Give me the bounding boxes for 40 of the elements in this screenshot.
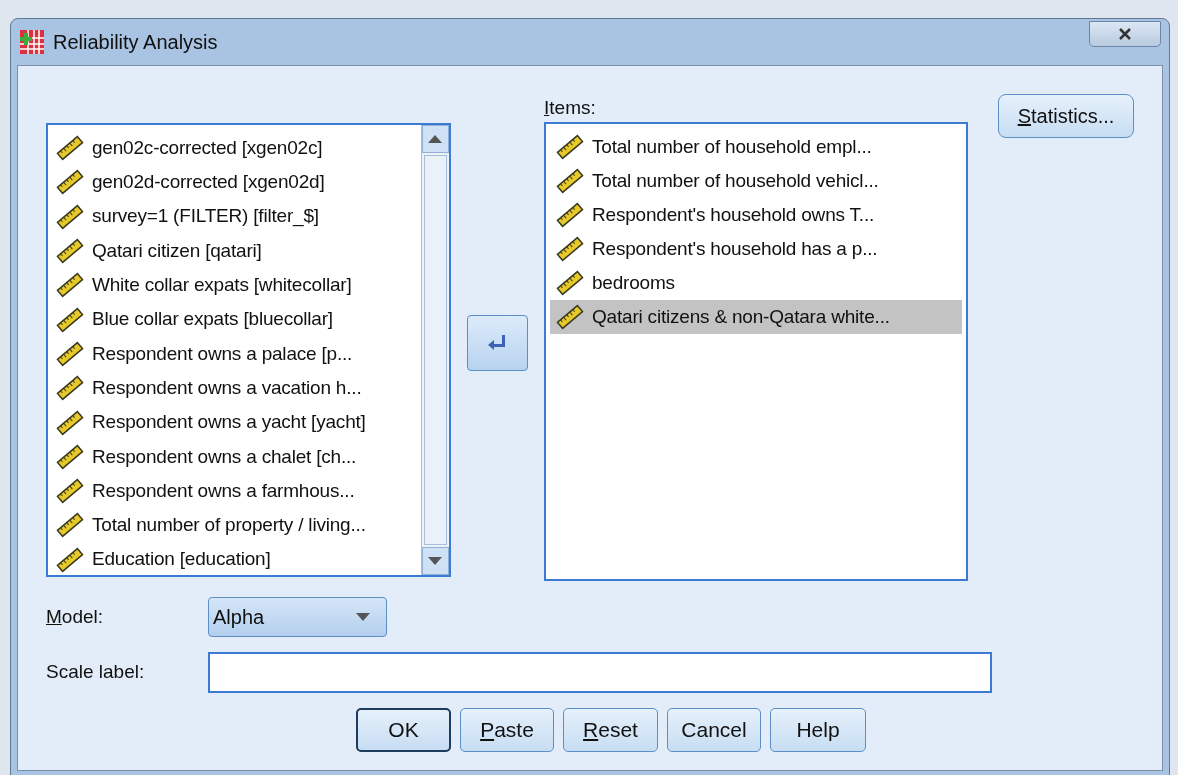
table-icon — [19, 29, 45, 55]
scroll-up-icon[interactable] — [428, 135, 443, 143]
item-row[interactable]: Total number of household vehicl... — [550, 164, 962, 198]
variable-item[interactable]: gen02d-corrected [xgen02d] — [92, 168, 325, 197]
dialog-button[interactable]: OK — [356, 708, 451, 752]
dialog-button[interactable]: Cancel — [667, 708, 761, 752]
statistics-button[interactable]: Statistics... — [998, 94, 1134, 138]
scale-label-field[interactable] — [208, 652, 992, 693]
variable-item[interactable]: Blue collar expats [bluecollar] — [92, 305, 333, 334]
model-dropdown[interactable]: Alpha — [208, 597, 387, 637]
scrollbar[interactable] — [420, 125, 449, 575]
dialog-button[interactable]: Paste — [460, 708, 554, 752]
variable-item[interactable]: Qatari citizen [qatari] — [92, 236, 262, 266]
return-arrow-icon — [487, 333, 508, 352]
item-row[interactable]: Respondent's household owns T... — [550, 198, 962, 232]
item-row[interactable]: bedrooms — [550, 266, 962, 300]
close-button[interactable] — [1089, 21, 1161, 47]
move-button[interactable] — [466, 314, 528, 371]
variable-item[interactable]: Respondent owns a palace [p... — [92, 339, 353, 369]
variable-item[interactable]: Respondent owns a farmhous... — [92, 476, 355, 506]
dropdown-arrow-icon — [356, 613, 370, 621]
item-row[interactable]: Total number of household empl... — [550, 130, 962, 164]
variable-item[interactable]: Total number of property / living... — [92, 511, 366, 540]
variable-item[interactable]: White collar expats [whitecollar] — [92, 271, 352, 300]
items-label: Items: — [544, 96, 597, 118]
scroll-down-icon[interactable] — [428, 557, 443, 565]
model-label: Model: — [46, 604, 105, 629]
dialog-button[interactable]: Help — [770, 708, 866, 752]
item-row[interactable]: Qatari citizens & non-Qatara white... — [550, 300, 962, 334]
variable-item[interactable]: gen02c-corrected [xgen02c] — [92, 133, 323, 163]
variable-item[interactable]: Respondent owns a chalet [ch... — [92, 442, 357, 472]
scale-label: Scale label: — [46, 660, 146, 685]
variable-item[interactable]: Respondent owns a vacation h... — [92, 373, 362, 403]
dialog-button[interactable]: Reset — [563, 708, 658, 752]
variable-item[interactable]: survey=1 (FILTER) [filter_$] — [92, 202, 319, 231]
window-title: Reliability Analysis — [53, 30, 218, 55]
variable-item[interactable]: Respondent owns a yacht [yacht] — [92, 408, 366, 437]
close-icon — [1118, 28, 1132, 40]
variable-item[interactable]: Education [education] — [92, 545, 271, 574]
item-row[interactable]: Respondent's household has a p... — [550, 232, 962, 266]
